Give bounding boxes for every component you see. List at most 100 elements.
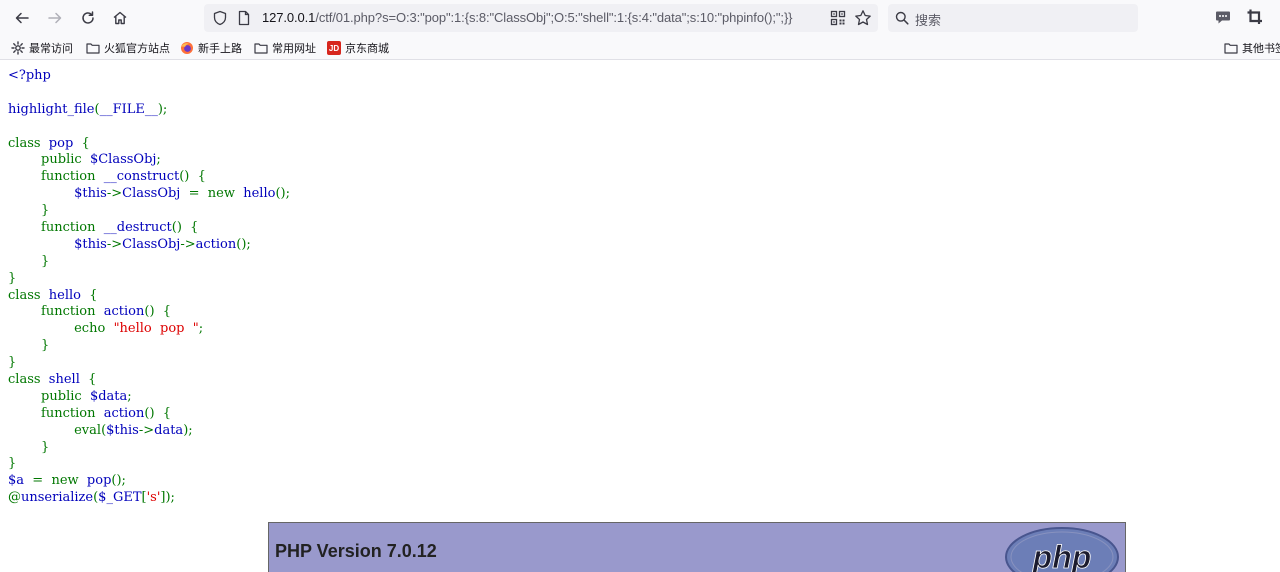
bookmark-firefox-site[interactable]: 火狐官方站点 (86, 40, 170, 56)
php-source-code: <?php highlight_file(__FILE__);class pop … (8, 68, 290, 507)
bookmarks-bar: 最常访问 火狐官方站点 新手上路 常用网址 JD 京东商城 其他书签 (0, 36, 1280, 60)
qr-code-icon[interactable] (830, 10, 846, 26)
code-line: public $data; (8, 389, 290, 406)
code-line: function action() { (8, 304, 290, 321)
bookmark-label: 其他书签 (1242, 42, 1280, 55)
code-line: public $ClassObj; (8, 152, 290, 169)
code-token: function (8, 220, 104, 236)
code-token: } (8, 338, 50, 354)
search-placeholder: 搜索 (915, 14, 942, 29)
code-line: class pop { (8, 136, 290, 153)
bookmark-label: 京东商城 (345, 42, 389, 55)
code-token: action (103, 405, 145, 421)
code-line: } (8, 271, 290, 288)
code-token: function (8, 169, 104, 185)
code-token: function (8, 304, 104, 320)
star-icon[interactable] (854, 9, 872, 27)
search-icon (895, 11, 909, 25)
code-token: action (103, 304, 145, 320)
code-token: eval( (8, 422, 107, 438)
home-icon (113, 11, 127, 25)
code-token: <?php (8, 68, 51, 83)
code-token: } (8, 355, 17, 371)
code-token: ClassObj (122, 186, 189, 202)
code-line: $this->ClassObj = new hello(); (8, 186, 290, 203)
code-token: (); (275, 186, 290, 202)
code-token: pop (86, 473, 112, 489)
code-token: function (8, 405, 104, 421)
code-token: echo (8, 321, 114, 337)
bookmark-most-visited[interactable]: 最常访问 (11, 40, 73, 56)
code-line: <?php (8, 68, 290, 85)
forward-button[interactable] (42, 6, 68, 30)
code-token: ); (183, 422, 193, 438)
code-line: @unserialize($_GET['s']); (8, 490, 290, 507)
code-token: () { (171, 220, 199, 236)
jd-icon: JD (327, 41, 341, 55)
code-token: hello (48, 287, 90, 303)
code-token: $data (89, 388, 128, 404)
code-line: class shell { (8, 372, 290, 389)
bookmark-common-sites[interactable]: 常用网址 (254, 40, 316, 56)
code-token: () { (179, 169, 206, 185)
forward-icon (48, 12, 62, 24)
code-token: @ (8, 490, 21, 506)
reload-button[interactable] (75, 6, 101, 30)
code-token: ClassObj (122, 236, 181, 252)
shield-icon[interactable] (212, 10, 228, 26)
code-token: $a (8, 473, 33, 489)
code-token: () { (144, 304, 172, 320)
code-token: ; (156, 152, 161, 168)
code-token: $this (106, 422, 139, 438)
code-token: $this (8, 236, 107, 252)
code-line: } (8, 440, 290, 457)
bookmark-other[interactable]: 其他书签 (1224, 40, 1280, 56)
code-token: (); (111, 473, 126, 489)
code-token: -> (180, 236, 196, 252)
code-line: } (8, 254, 290, 271)
code-line: highlight_file(__FILE__); (8, 102, 290, 119)
bookmark-label: 火狐官方站点 (104, 42, 170, 55)
code-token: } (8, 270, 17, 286)
crop-icon[interactable] (1246, 8, 1264, 26)
bookmark-getting-started[interactable]: 新手上路 (180, 40, 242, 56)
search-bar[interactable]: 搜索 (888, 4, 1138, 32)
code-token: __destruct (103, 220, 172, 236)
code-line: } (8, 338, 290, 355)
code-token: 's' (146, 490, 161, 506)
phpinfo-header: PHP Version 7.0.12 php (268, 522, 1126, 572)
chat-icon[interactable] (1214, 8, 1232, 26)
bookmark-label: 常用网址 (272, 42, 316, 55)
code-token: { (88, 372, 97, 388)
code-token: -> (138, 422, 155, 438)
code-token: -> (106, 236, 123, 252)
back-icon (15, 12, 29, 24)
code-line: function __construct() { (8, 169, 290, 186)
code-token: ; (198, 321, 204, 337)
code-token: () { (144, 405, 172, 421)
code-token: -> (106, 186, 123, 202)
bookmark-jd-mall[interactable]: JD 京东商城 (327, 40, 389, 56)
firefox-icon (181, 42, 193, 54)
address-bar[interactable]: 127.0.0.1/ctf/01.php?s=O:3:"pop":1:{s:8:… (204, 4, 878, 32)
code-token: __FILE__ (99, 101, 158, 117)
code-line: } (8, 203, 290, 220)
back-button[interactable] (9, 6, 35, 30)
url-text[interactable]: 127.0.0.1/ctf/01.php?s=O:3:"pop":1:{s:8:… (262, 10, 793, 25)
php-version-title: PHP Version 7.0.12 (275, 541, 437, 561)
folder-icon (1224, 43, 1238, 54)
code-token: $_GET (98, 490, 142, 506)
code-line: function action() { (8, 406, 290, 423)
code-token: } (8, 253, 50, 269)
page-icon[interactable] (236, 10, 252, 26)
code-line: $this->ClassObj->action(); (8, 237, 290, 254)
home-button[interactable] (107, 6, 133, 30)
code-line: function __destruct() { (8, 220, 290, 237)
reload-icon (82, 11, 94, 24)
code-token: class (8, 287, 49, 303)
code-token: ); (157, 101, 168, 117)
code-line: $a = new pop(); (8, 473, 290, 490)
bookmark-label: 最常访问 (29, 42, 73, 55)
